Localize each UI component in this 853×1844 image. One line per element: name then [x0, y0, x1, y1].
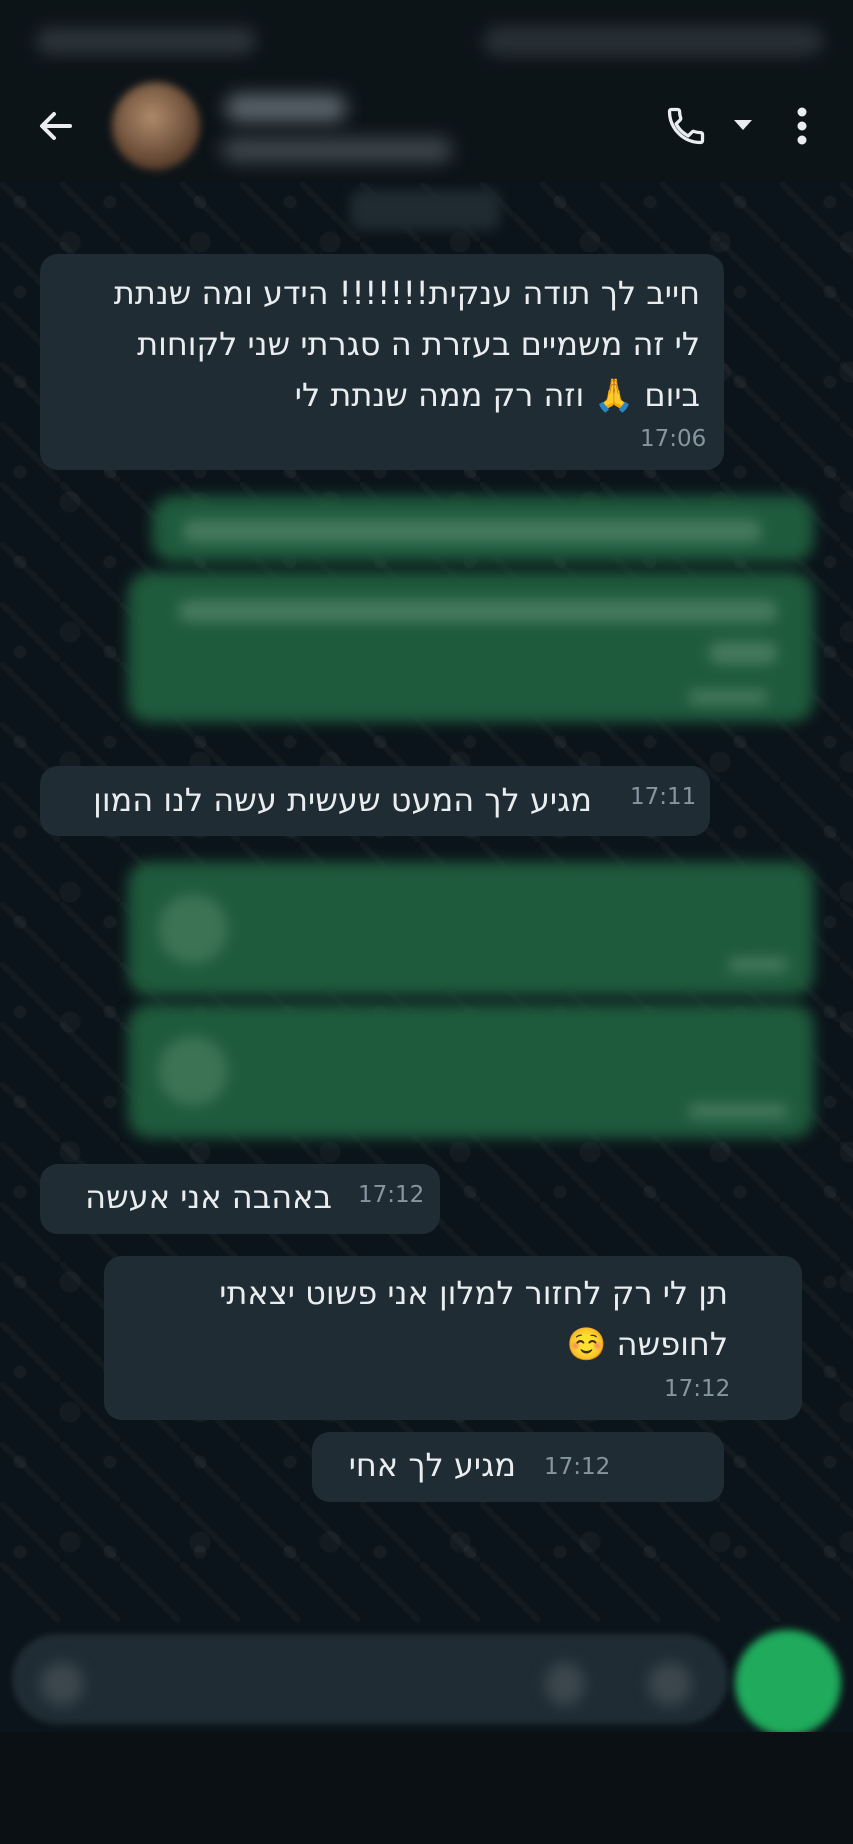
- message-line: תן לי רק לחזור למלון אני פשוט יצאתי: [219, 1274, 728, 1312]
- back-button[interactable]: [30, 100, 82, 152]
- outgoing-message-blurred[interactable]: [128, 572, 814, 722]
- outgoing-message-blurred[interactable]: [128, 1004, 814, 1138]
- message-line: באהבה אני אעשה: [85, 1178, 332, 1216]
- contact-avatar[interactable]: [112, 82, 200, 170]
- outgoing-message-blurred[interactable]: [128, 862, 814, 996]
- message-time: 17:06: [640, 426, 707, 452]
- call-options-dropdown[interactable]: [728, 110, 758, 140]
- message-bubble-received[interactable]: 17:12 מגיע לך אחי: [312, 1432, 724, 1502]
- message-line: לחופשה ☺️: [566, 1325, 728, 1363]
- message-text: תן לי רק לחזור למלון אני פשוט יצאתי לחופ…: [128, 1268, 728, 1370]
- status-bar-left-blurred: [36, 28, 256, 54]
- message-line: ביום 🙏 וזה רק ממה שנתת לי: [294, 376, 700, 414]
- message-input[interactable]: [12, 1634, 728, 1724]
- message-time: 17:12: [358, 1182, 425, 1208]
- phone-icon: [667, 107, 705, 145]
- mic-button[interactable]: [735, 1630, 841, 1736]
- message-time: 17:12: [544, 1454, 611, 1480]
- chat-screen: חייב לך תודה ענקית!!!!!!! הידע ומה שנתת …: [0, 0, 853, 1844]
- message-text: באהבה אני אעשה: [52, 1172, 332, 1223]
- date-chip-blurred: [350, 190, 500, 230]
- voice-call-button[interactable]: [660, 100, 712, 152]
- system-navigation-bar: [0, 1732, 853, 1844]
- arrow-left-icon: [40, 112, 72, 140]
- message-line: חייב לך תודה ענקית!!!!!!! הידע ומה שנתת: [113, 274, 700, 312]
- caret-down-icon: [734, 120, 752, 130]
- message-line: מגיע לך המעט שעשית עשה לנו המון: [93, 781, 592, 819]
- status-bar: [0, 0, 853, 82]
- message-text: מגיע לך המעט שעשית עשה לנו המון: [72, 775, 592, 826]
- emoji-icon[interactable]: [40, 1662, 84, 1706]
- contact-info[interactable]: [220, 90, 460, 170]
- contact-name-blurred: [226, 94, 346, 122]
- more-vert-icon: [797, 107, 807, 145]
- contact-status-blurred: [222, 138, 452, 162]
- attach-icon[interactable]: [545, 1662, 585, 1706]
- chat-header: [0, 82, 853, 182]
- camera-icon[interactable]: [648, 1662, 692, 1706]
- outgoing-message-blurred[interactable]: [152, 496, 814, 562]
- message-bubble-received[interactable]: תן לי רק לחזור למלון אני פשוט יצאתי לחופ…: [104, 1256, 802, 1420]
- message-line: לי זה משמיים בעזרת ה סגרתי שני לקוחות: [137, 325, 700, 363]
- message-bubble-received[interactable]: 17:12 באהבה אני אעשה: [40, 1164, 440, 1234]
- message-line: מגיע לך אחי: [348, 1446, 516, 1484]
- message-text: חייב לך תודה ענקית!!!!!!! הידע ומה שנתת …: [60, 268, 700, 421]
- message-time: 17:12: [664, 1376, 731, 1402]
- message-bubble-received[interactable]: 17:11 מגיע לך המעט שעשית עשה לנו המון: [40, 766, 710, 836]
- overflow-menu-button[interactable]: [782, 100, 822, 152]
- message-bubble-received[interactable]: חייב לך תודה ענקית!!!!!!! הידע ומה שנתת …: [40, 254, 724, 470]
- message-list[interactable]: חייב לך תודה ענקית!!!!!!! הידע ומה שנתת …: [0, 182, 853, 1622]
- message-time: 17:11: [630, 784, 697, 810]
- status-bar-right-blurred: [483, 26, 823, 56]
- message-text: מגיע לך אחי: [326, 1440, 516, 1491]
- compose-bar: [0, 1622, 853, 1736]
